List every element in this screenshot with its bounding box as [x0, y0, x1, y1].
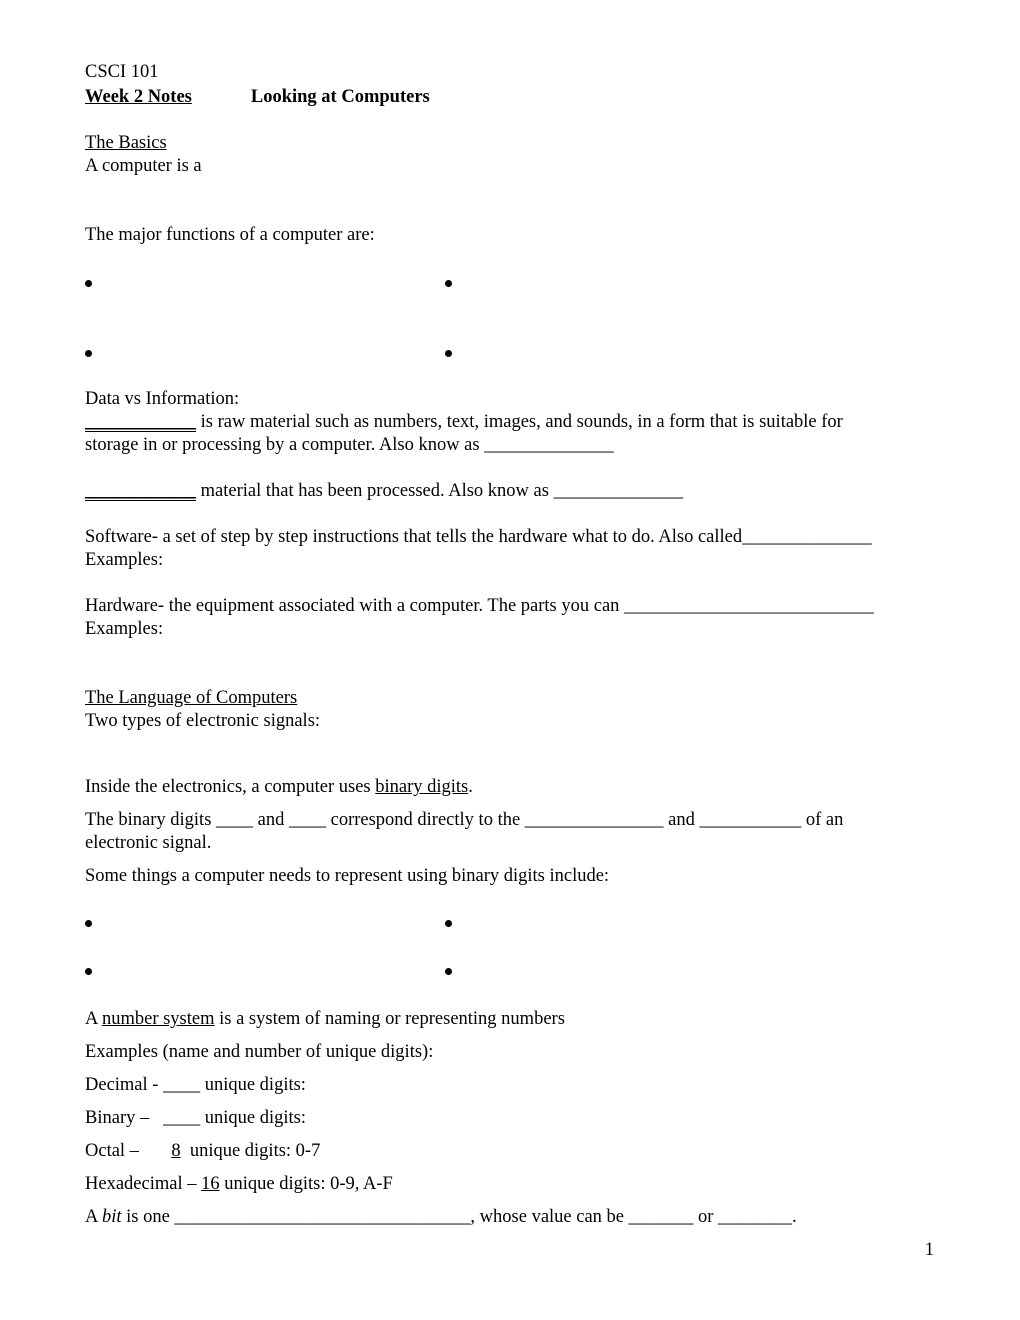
software-definition: Software- a set of step by step instruct…	[85, 527, 872, 547]
digit-count: ____	[163, 1075, 201, 1095]
represent-prompt: Some things a computer needs to represen…	[85, 866, 610, 886]
digit-count: 16	[201, 1174, 220, 1194]
signals-prompt: Two types of electronic signals:	[85, 711, 321, 731]
title-line: Week 2 Notes Looking at Computers	[85, 86, 430, 108]
system-name: Octal –	[85, 1141, 172, 1161]
def-pre-text: A	[85, 1009, 102, 1029]
information-definition-text: material that has been processed. Also k…	[196, 481, 684, 501]
number-system-row-binary: Binary – ____ unique digits:	[85, 1107, 306, 1129]
hardware-definition: Hardware- the equipment associated with …	[85, 596, 874, 616]
bullet-icon	[85, 350, 92, 357]
bullet-icon	[85, 920, 92, 927]
information-blank: ____________	[85, 481, 196, 501]
hardware-examples: Examples:	[85, 619, 164, 639]
computer-definition-prompt: A computer is a	[85, 156, 202, 176]
system-name: Hexadecimal –	[85, 1174, 202, 1194]
bullet-icon	[85, 968, 92, 975]
data-definition-line2: storage in or processing by a computer. …	[85, 435, 614, 455]
digit-description: unique digits: 0-9, A-F	[219, 1174, 393, 1194]
bit-pre-text: A	[85, 1207, 102, 1227]
data-vs-info-heading: Data vs Information:	[85, 389, 240, 409]
bullet-icon	[85, 280, 92, 287]
data-blank: ____________	[85, 412, 196, 432]
binary-digits-line: Inside the electronics, a computer uses …	[85, 776, 473, 798]
system-name: Binary –	[85, 1108, 164, 1128]
digit-count: 8	[171, 1141, 181, 1161]
digit-description: unique digits:	[200, 1108, 306, 1128]
system-name: Decimal -	[85, 1075, 164, 1095]
binary-digits-signal-line1: The binary digits ____ and ____ correspo…	[85, 810, 844, 830]
week-label: Week 2 Notes	[85, 87, 192, 107]
page-title: Looking at Computers	[250, 87, 430, 107]
number-system-term: number system	[101, 1009, 215, 1029]
bullet-icon	[445, 280, 452, 287]
digit-description: unique digits: 0-7	[180, 1141, 321, 1161]
binary-pre-text: Inside the electronics, a computer uses	[85, 777, 376, 797]
data-definition-text: is raw material such as numbers, text, i…	[196, 412, 843, 432]
number-system-row-octal: Octal – 8 unique digits: 0-7	[85, 1140, 320, 1162]
section-heading-language: The Language of Computers	[85, 688, 298, 708]
digit-description: unique digits:	[200, 1075, 306, 1095]
section-heading-basics: The Basics	[85, 133, 167, 153]
bullet-icon	[445, 350, 452, 357]
bullet-icon	[445, 968, 452, 975]
data-definition-line1: ____________ is raw material such as num…	[85, 411, 843, 433]
functions-prompt: The major functions of a computer are:	[85, 225, 375, 245]
information-definition: ____________ material that has been proc…	[85, 480, 683, 502]
bit-term: bit	[101, 1207, 122, 1227]
number-system-definition: A number system is a system of naming or…	[85, 1008, 565, 1030]
digit-count: ____	[163, 1108, 201, 1128]
bit-post-text: is one ________________________________,…	[121, 1207, 797, 1227]
number-system-examples: Examples (name and number of unique digi…	[85, 1042, 434, 1062]
page-number: 1	[924, 1240, 934, 1260]
number-system-row-decimal: Decimal - ____ unique digits:	[85, 1074, 306, 1096]
binary-digits-signal-line2: electronic signal.	[85, 833, 212, 853]
binary-digits-term: binary digits	[375, 777, 469, 797]
number-system-row-hexadecimal: Hexadecimal – 16 unique digits: 0-9, A-F	[85, 1173, 393, 1195]
bit-definition: A bit is one ___________________________…	[85, 1206, 797, 1228]
binary-post-text: .	[468, 777, 473, 797]
software-examples: Examples:	[85, 550, 164, 570]
course-code: CSCI 101	[85, 62, 159, 82]
def-post-text: is a system of naming or representing nu…	[214, 1009, 565, 1029]
bullet-icon	[445, 920, 452, 927]
